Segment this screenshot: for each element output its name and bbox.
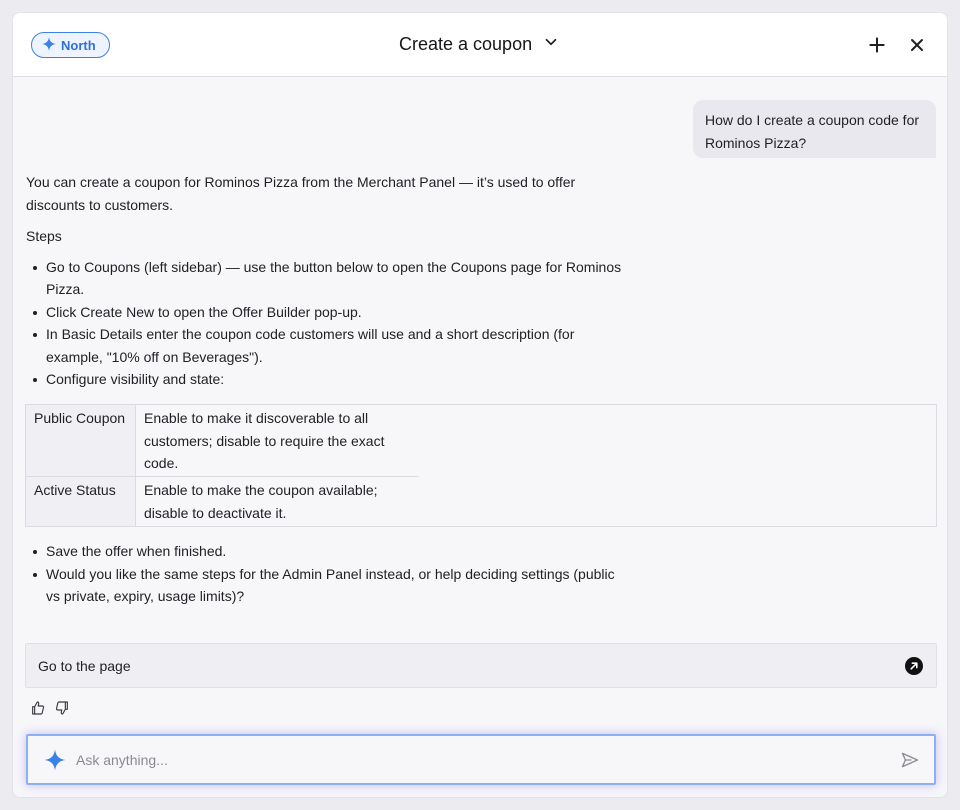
assistant-message: You can create a coupon for Rominos Pizz… xyxy=(26,171,626,391)
sparkle-icon xyxy=(41,36,57,55)
table-cell-description: Enable to make the coupon available; dis… xyxy=(144,482,378,521)
table-row-divider xyxy=(26,476,419,477)
table-cell-setting: Public Coupon xyxy=(34,410,126,426)
list-item: Click Create New to open the Offer Build… xyxy=(26,301,626,324)
chat-input[interactable] xyxy=(76,748,876,772)
list-item: Save the offer when finished. xyxy=(26,540,626,563)
list-item: Go to Coupons (left sidebar) — use the b… xyxy=(26,256,626,301)
badge-label: North xyxy=(61,37,96,53)
table-cell-description: Enable to make it discoverable to all cu… xyxy=(144,410,385,471)
conversation-title-dropdown[interactable]: Create a coupon xyxy=(399,33,560,56)
close-button[interactable] xyxy=(907,35,927,55)
list-item: Would you like the same steps for the Ad… xyxy=(26,563,626,608)
new-chat-button[interactable] xyxy=(867,35,887,55)
close-icon xyxy=(907,39,927,59)
north-badge[interactable]: North xyxy=(31,32,110,58)
steps-list: Go to Coupons (left sidebar) — use the b… xyxy=(26,256,626,391)
page-title: Create a coupon xyxy=(399,34,533,54)
thumbs-down-button[interactable] xyxy=(54,700,70,716)
settings-table: Public Coupon Enable to make it discover… xyxy=(25,404,937,527)
arrow-up-right-icon xyxy=(905,657,923,675)
send-button[interactable] xyxy=(900,750,920,770)
followup-list: Save the offer when finished. Would you … xyxy=(26,540,626,608)
chevron-down-icon xyxy=(542,33,560,56)
assistant-followup: Save the offer when finished. Would you … xyxy=(26,540,626,608)
sparkle-icon xyxy=(43,748,67,772)
thumbs-down-icon xyxy=(54,701,70,720)
steps-heading: Steps xyxy=(26,228,62,244)
send-icon xyxy=(901,752,919,768)
list-item: Configure visibility and state: xyxy=(26,368,626,391)
go-to-page-button[interactable]: Go to the page xyxy=(25,643,937,688)
list-item: In Basic Details enter the coupon code c… xyxy=(26,323,626,368)
go-to-page-label: Go to the page xyxy=(38,657,131,674)
chat-composer xyxy=(26,734,936,785)
plus-icon xyxy=(867,37,887,59)
table-cell-setting: Active Status xyxy=(34,482,116,498)
assistant-intro: You can create a coupon for Rominos Pizz… xyxy=(26,174,576,213)
user-message: How do I create a coupon code for Romino… xyxy=(693,100,936,158)
thumbs-up-icon xyxy=(30,701,46,720)
thumbs-up-button[interactable] xyxy=(30,700,46,716)
chat-header: North Create a coupon xyxy=(13,13,947,77)
chat-panel: North Create a coupon How do I create a … xyxy=(12,12,948,798)
